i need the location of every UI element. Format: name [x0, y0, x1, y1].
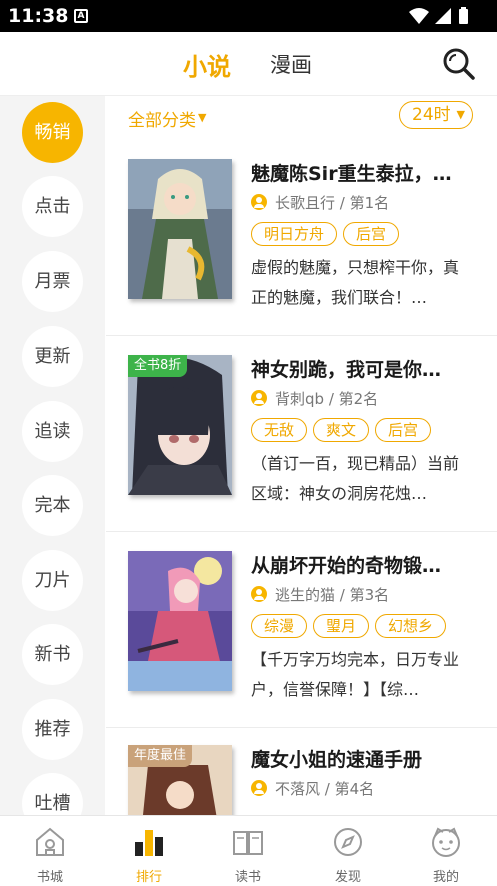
sidebar-item-completed[interactable]: 完本 [22, 475, 83, 536]
time-range-select[interactable]: 24时 ▼ [399, 101, 473, 129]
cover-badge: 年度最佳 [128, 745, 193, 767]
compass-icon [334, 828, 362, 856]
nav-label: 书城 [36, 870, 63, 885]
book-item[interactable]: 全书8折 神女别跪，我可是你… 背刺qb / 第2名 无敌 爽文 后宫 （首订一百，… [106, 336, 497, 532]
bottom-navigation: 书城 排行 读书 发现 我的 [0, 815, 497, 886]
cat-face-icon [432, 827, 460, 857]
category-filter-label: 全部分类 [128, 111, 196, 131]
book-list: 魅魔陈Sir重生泰拉，… 长歌且行 / 第1名 明日方舟 后宫 虚假的魅魔，只想榨… [106, 140, 497, 815]
rank-label: 第3名 [349, 586, 390, 604]
tag[interactable]: 综漫 [251, 614, 308, 638]
nav-ranking[interactable]: 排行 [109, 816, 189, 886]
book-title: 神女别跪，我可是你… [251, 359, 442, 381]
book-description: 虚假的魅魔，只想榨干你，真正的魅魔，我们联合！… [251, 258, 460, 307]
nav-bookstore[interactable]: 书城 [10, 816, 90, 886]
tag[interactable]: 幻想乡 [375, 614, 447, 638]
tag[interactable]: 琞月 [313, 614, 370, 638]
author-icon [251, 390, 267, 406]
tag[interactable]: 爽文 [313, 418, 370, 442]
sidebar-item-bestselling[interactable]: 畅销 [22, 102, 83, 163]
time-range-label: 24时 [412, 105, 451, 125]
tag[interactable]: 无敌 [251, 418, 308, 442]
wifi-icon [409, 8, 429, 24]
rank-label: 第4名 [334, 780, 375, 798]
tab-novel[interactable]: 小说 [183, 47, 231, 82]
book-description: 【千万字万均完本，日万专业户，信誉保障！】【综… [251, 650, 460, 699]
house-icon [36, 827, 64, 856]
top-tab-bar: 小说 漫画 [0, 32, 497, 96]
nav-label: 排行 [135, 870, 162, 885]
book-description: （首订一百，现已精品）当前区域：神女の洞房花烛… [251, 454, 460, 503]
tag[interactable]: 后宫 [375, 418, 432, 442]
author-name: 逃生的猫 [275, 586, 336, 604]
search-icon[interactable] [441, 46, 477, 82]
system-status-icons [409, 7, 468, 24]
notification-icon: A [74, 9, 88, 23]
category-sidebar: 畅销 点击 月票 更新 追读 完本 刀片 新书 推荐 吐槽 [0, 96, 105, 815]
nav-label: 读书 [234, 870, 261, 885]
tag-list: 综漫 琞月 幻想乡 [251, 614, 452, 638]
cover-badge: 全书8折 [128, 355, 188, 377]
tab-comic[interactable]: 漫画 [270, 49, 312, 79]
author-icon [251, 586, 267, 602]
book-item[interactable]: 从崩坏开始的奇物锻… 逃生的猫 / 第3名 综漫 琞月 幻想乡 【千万字万均完本，日… [106, 532, 497, 728]
tag[interactable]: 后宫 [343, 222, 400, 246]
battery-icon [459, 9, 468, 24]
nav-profile[interactable]: 我的 [406, 816, 486, 886]
sidebar-item-comments[interactable]: 吐槽 [22, 773, 83, 815]
nav-discover[interactable]: 发现 [308, 816, 388, 886]
status-bar: 11:38 A [0, 0, 497, 32]
author-name: 不落风 [275, 780, 321, 798]
book-title: 从崩坏开始的奇物锻… [251, 555, 442, 577]
book-author-rank: 不落风 / 第4名 [251, 778, 374, 799]
book-title: 魔女小姐的速通手册 [251, 749, 423, 771]
rank-label: 第2名 [338, 390, 379, 408]
book-cover [128, 551, 232, 691]
ranking-bars-icon [135, 830, 163, 856]
author-icon [251, 194, 267, 210]
nav-label: 发现 [334, 870, 361, 885]
nav-label: 我的 [432, 870, 459, 885]
author-name: 背刺qb [275, 390, 325, 408]
rank-label: 第1名 [349, 194, 390, 212]
sidebar-item-blades[interactable]: 刀片 [22, 550, 83, 611]
status-time: 11:38 [8, 5, 69, 27]
author-icon [251, 780, 267, 796]
nav-reading[interactable]: 读书 [208, 816, 288, 886]
tag-list: 明日方舟 后宫 [251, 222, 405, 246]
open-book-icon [233, 831, 263, 855]
tag-list: 无敌 爽文 后宫 [251, 418, 437, 442]
sidebar-item-monthly-votes[interactable]: 月票 [22, 251, 83, 312]
sidebar-item-new-books[interactable]: 新书 [22, 624, 83, 685]
caret-down-icon: ▼ [198, 111, 207, 124]
sidebar-item-updates[interactable]: 更新 [22, 326, 83, 387]
book-author-rank: 逃生的猫 / 第3名 [251, 584, 389, 605]
caret-down-icon: ▼ [456, 108, 465, 121]
sidebar-item-recommended[interactable]: 推荐 [22, 699, 83, 760]
sidebar-item-following[interactable]: 追读 [22, 401, 83, 462]
book-title: 魅魔陈Sir重生泰拉，… [251, 163, 452, 185]
book-item[interactable]: 魅魔陈Sir重生泰拉，… 长歌且行 / 第1名 明日方舟 后宫 虚假的魅魔，只想榨… [106, 140, 497, 336]
book-item[interactable]: 年度最佳 魔女小姐的速通手册 不落风 / 第4名 [106, 728, 497, 815]
signal-icon [435, 8, 451, 24]
book-cover [128, 159, 232, 299]
tag[interactable]: 明日方舟 [251, 222, 338, 246]
sidebar-item-clicks[interactable]: 点击 [22, 176, 83, 237]
book-author-rank: 长歌且行 / 第1名 [251, 192, 389, 213]
author-name: 长歌且行 [275, 194, 336, 212]
category-filter[interactable]: 全部分类 ▼ [128, 106, 206, 131]
book-author-rank: 背刺qb / 第2名 [251, 388, 378, 409]
